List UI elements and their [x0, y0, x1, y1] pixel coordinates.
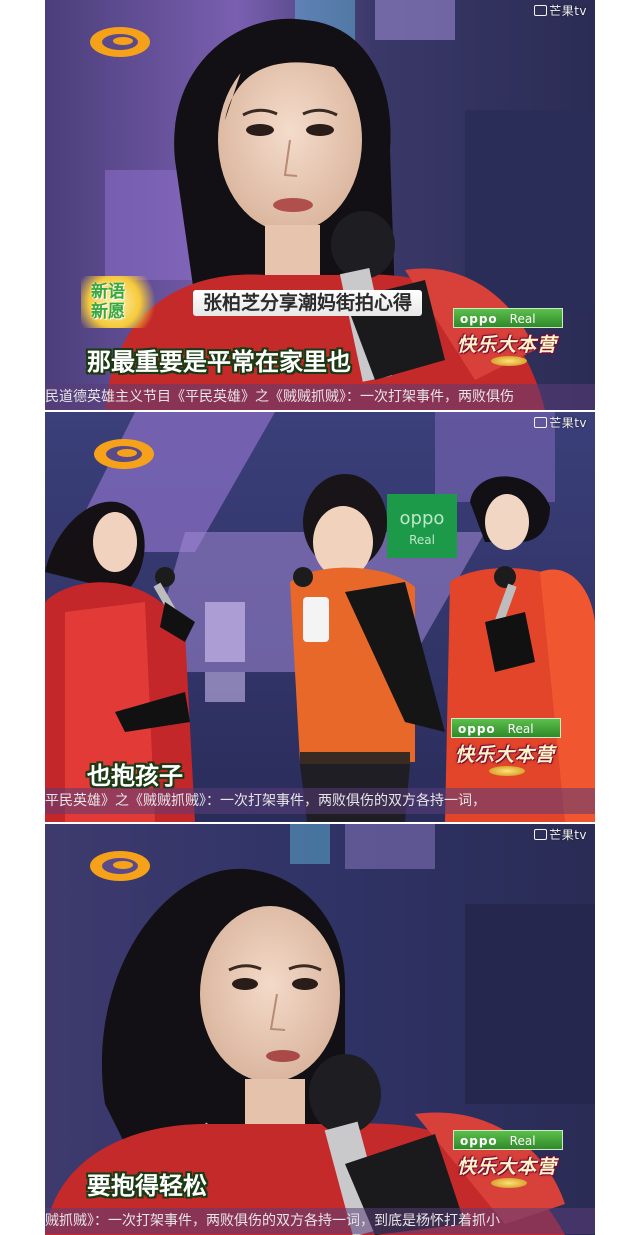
- mango-tv-icon: [534, 417, 548, 428]
- sponsor-logo-3: oppo Real 快乐大本营: [453, 1130, 563, 1192]
- show-name: 快乐大本营: [457, 334, 558, 356]
- subtitle-2: 也抱孩子: [87, 762, 183, 790]
- hunan-tv-logo: [94, 439, 154, 469]
- topic-badge: 新语新愿: [81, 276, 165, 328]
- video-frame-3: 芒果tv 要抱得轻松 oppo Real 快乐大本营 贼抓贼》：一次打架事件，两败…: [45, 824, 595, 1235]
- sponsor-sub: Real: [509, 312, 536, 326]
- topic-badge-text: 新语新愿: [91, 282, 125, 322]
- video-frame-1: 芒果tv 新语新愿 张柏芝分享潮妈街拍心得 那最重要是平常在家里也 oppo Re…: [45, 0, 595, 410]
- sponsor-brand: oppo: [458, 722, 496, 736]
- news-ticker-2: 平民英雄》之《贼贼抓贼》：一次打架事件，两败俱伤的双方各持一词，: [45, 788, 595, 814]
- video-frame-2: oppo Real 芒果tv 也抱孩子 oppo Real 快乐大本营 平民英雄…: [45, 412, 595, 822]
- mango-tv-icon: [534, 829, 548, 840]
- svg-text:oppo: oppo: [400, 508, 445, 529]
- sponsor-logo-1: oppo Real 快乐大本营: [453, 308, 563, 370]
- show-name: 快乐大本营: [457, 1156, 558, 1178]
- sponsor-sub: Real: [507, 722, 534, 736]
- topic-title: 张柏芝分享潮妈街拍心得: [193, 290, 423, 316]
- show-name: 快乐大本营: [455, 744, 556, 766]
- sponsor-brand: oppo: [460, 312, 498, 326]
- news-ticker-1: 民道德英雄主义节目《平民英雄》之《贼贼抓贼》：一次打架事件，两败俱伤: [45, 384, 595, 410]
- mango-tv-watermark: 芒果tv: [534, 414, 587, 431]
- gold-emblem-icon: [491, 1178, 527, 1188]
- svg-text:Real: Real: [409, 533, 435, 547]
- news-ticker-3: 贼抓贼》：一次打架事件，两败俱伤的双方各持一词，到底是杨怀打着抓小: [45, 1208, 595, 1234]
- mango-tv-icon: [534, 5, 548, 16]
- mango-tv-watermark: 芒果tv: [534, 2, 587, 19]
- sponsor-brand: oppo: [460, 1134, 498, 1148]
- hunan-tv-logo: [90, 851, 150, 881]
- subtitle-1: 那最重要是平常在家里也: [87, 348, 351, 376]
- gold-emblem-icon: [489, 766, 525, 776]
- mango-tv-watermark: 芒果tv: [534, 826, 587, 843]
- subtitle-3: 要抱得轻松: [87, 1172, 207, 1200]
- sponsor-sub: Real: [509, 1134, 536, 1148]
- sponsor-logo-2: oppo Real 快乐大本营: [451, 718, 561, 780]
- gold-emblem-icon: [491, 356, 527, 366]
- hunan-tv-logo: [90, 27, 150, 57]
